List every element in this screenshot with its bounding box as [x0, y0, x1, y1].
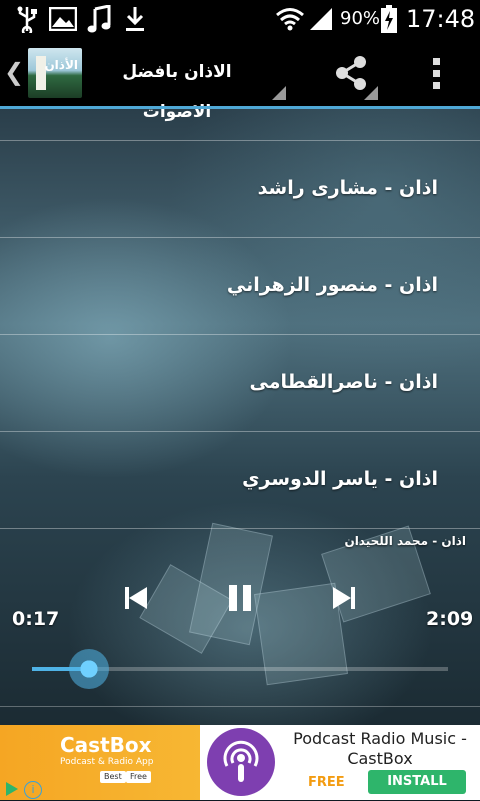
battery-percent: 90%	[340, 8, 381, 29]
ad-brand-subtitle: Podcast & Radio App	[60, 757, 154, 767]
list-item-label: اذان - ياسر الدوسري	[242, 468, 438, 490]
list-item[interactable]: اذان - ناصرالقطامى	[0, 334, 480, 430]
list-item-label: اذان - مشارى راشد	[257, 177, 438, 199]
list-item-label: اذان - منصور الزهراني	[226, 274, 438, 296]
ad-app-icon[interactable]	[204, 725, 278, 800]
image-icon	[46, 0, 80, 38]
seek-bar-thumb[interactable]	[68, 649, 109, 689]
title-dropdown-indicator	[272, 86, 286, 100]
skip-next-icon	[333, 587, 355, 609]
ad-info-icon[interactable]: i	[24, 781, 42, 799]
status-bar: 90% 17:48	[0, 0, 480, 38]
ad-brand: CastBox	[60, 733, 152, 757]
ad-banner[interactable]: CastBox Podcast & Radio App Best Free i …	[0, 725, 480, 800]
download-icon	[120, 0, 150, 38]
app-logo[interactable]: الأذان	[28, 48, 82, 98]
player-divider	[0, 706, 480, 707]
usb-icon	[12, 0, 42, 38]
pause-button[interactable]	[220, 578, 260, 618]
list-item-label: اذان - ناصرالقطامى	[249, 371, 438, 393]
battery-charging-icon	[378, 0, 400, 38]
ad-image[interactable]: CastBox Podcast & Radio App Best Free i	[0, 725, 200, 800]
podcast-icon	[223, 740, 259, 782]
install-button[interactable]: INSTALL	[368, 770, 466, 794]
wifi-icon	[274, 0, 306, 38]
list-item[interactable]: اذان - منصور الزهراني	[0, 237, 480, 333]
pause-icon	[229, 585, 251, 611]
total-duration: 2:09	[426, 608, 474, 630]
back-chevron-icon[interactable]: ❮	[4, 56, 24, 88]
ad-chip-best: Best	[100, 771, 126, 783]
next-button[interactable]	[324, 578, 364, 618]
app-title[interactable]: الاذان بافضل الاصوات	[94, 52, 260, 122]
overflow-menu-icon[interactable]	[428, 54, 446, 92]
ad-chip-free: Free	[126, 771, 151, 783]
ad-title[interactable]: Podcast Radio Music - CastBox	[284, 729, 476, 769]
ad-price: FREE	[308, 775, 345, 790]
elapsed-time: 0:17	[12, 608, 60, 630]
music-icon	[84, 0, 114, 38]
list-item[interactable]: اذان - مشارى راشد	[0, 140, 480, 236]
clock: 17:48	[406, 5, 476, 33]
now-playing-title: اذان - محمد اللحيدان	[344, 534, 466, 548]
signal-icon	[306, 0, 336, 38]
list-divider	[0, 528, 480, 529]
share-dropdown-indicator	[364, 86, 378, 100]
previous-button[interactable]	[116, 578, 156, 618]
app-logo-text: الأذان	[44, 58, 78, 72]
action-bar-divider	[0, 106, 480, 109]
skip-previous-icon	[125, 587, 147, 609]
list-item[interactable]: اذان - ياسر الدوسري	[0, 431, 480, 527]
play-store-icon	[4, 781, 20, 797]
